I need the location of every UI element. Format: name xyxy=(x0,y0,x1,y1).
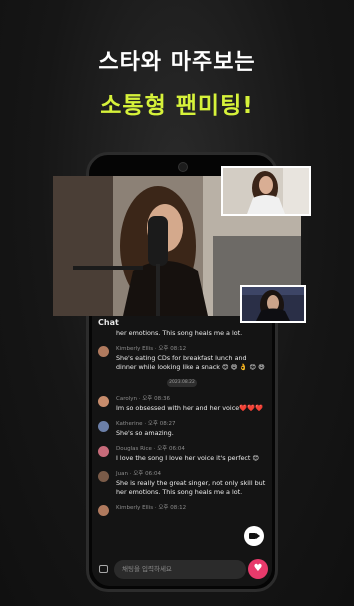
chat-input[interactable]: 채팅을 입력하세요 xyxy=(114,560,246,579)
chat-message: Douglas Rice · 오후 06:04 I love the song … xyxy=(96,445,268,463)
participant-video[interactable] xyxy=(221,166,311,216)
chat-messages[interactable]: her emotions. This song heals me a lot. … xyxy=(92,329,272,552)
front-camera xyxy=(178,162,188,172)
message-continuation: her emotions. This song heals me a lot. xyxy=(116,329,243,337)
date-separator: 2023.08.22 xyxy=(167,379,197,387)
message-time: 오후 08:36 xyxy=(142,396,170,402)
avatar xyxy=(98,505,109,516)
participant-video[interactable] xyxy=(240,285,306,323)
chat-message: Katherine · 오후 08:27 She's so amazing. xyxy=(96,420,268,438)
camera-toggle-button[interactable] xyxy=(244,526,264,546)
avatar xyxy=(98,396,109,407)
message-author: Kimberly Ellis xyxy=(116,346,154,352)
avatar xyxy=(98,346,109,357)
message-time: 오후 08:12 xyxy=(158,346,187,352)
headline-line1: 스타와 마주보는 xyxy=(98,50,256,75)
chat-message: Carolyn · 오후 08:36 Im so obsessed with h… xyxy=(96,395,268,413)
avatar xyxy=(98,471,109,482)
message-text: Im so obsessed with her and her voice❤️❤… xyxy=(116,404,264,412)
heart-button[interactable]: ♥ xyxy=(248,559,268,579)
message-text: She's eating CDs for breakfast lunch and… xyxy=(116,354,265,371)
message-time: 오후 06:04 xyxy=(157,446,185,452)
participant-video-image xyxy=(242,287,304,321)
message-text: She's so amazing. xyxy=(116,429,174,437)
message-author: Kimberly Ellis xyxy=(116,505,154,511)
heart-icon: ♥ xyxy=(253,563,263,574)
chat-message: Kimberly Ellis · 오후 08:12 She's eating C… xyxy=(96,345,268,372)
avatar xyxy=(98,421,109,432)
chat-message: Juan · 오후 06:04 She is really the great … xyxy=(96,470,268,497)
avatar xyxy=(98,446,109,457)
participant-video-image xyxy=(223,168,309,214)
message-author: Douglas Rice xyxy=(116,446,152,452)
message-time: 오후 08:12 xyxy=(158,505,187,511)
message-text: She is really the great singer, not only… xyxy=(116,479,266,496)
chat-bubble-icon[interactable] xyxy=(99,565,108,573)
chat-message: Kimberly Ellis · 오후 08:12 xyxy=(96,504,268,516)
message-author: Katherine xyxy=(116,421,143,427)
message-time: 오후 06:04 xyxy=(133,471,161,477)
headline-line2: 소통형 팬미팅! xyxy=(100,93,254,119)
chat-input-bar: 채팅을 입력하세요 ♥ xyxy=(92,554,272,586)
message-time: 오후 08:27 xyxy=(147,421,176,427)
message-text: I love the song I love her voice it's pe… xyxy=(116,454,260,462)
message-author: Carolyn xyxy=(116,396,137,402)
message-author: Juan xyxy=(116,471,128,477)
chat-panel: Chat her emotions. This song heals me a … xyxy=(92,315,272,586)
chat-title: Chat xyxy=(98,318,119,327)
